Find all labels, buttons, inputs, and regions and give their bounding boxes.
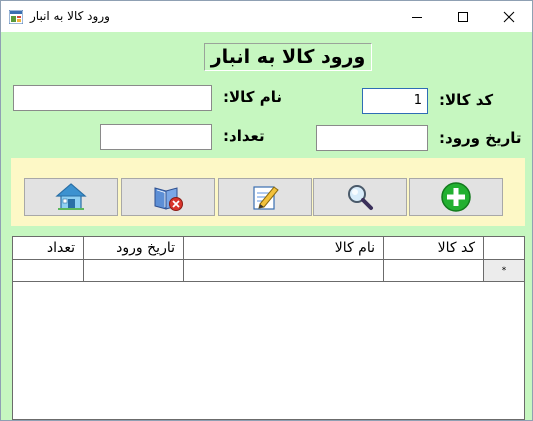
app-icon — [9, 10, 23, 24]
delete-button[interactable] — [121, 178, 215, 216]
magnifier-icon — [348, 185, 373, 210]
items-grid[interactable]: کد کالا نام کالا تاریخ ورود تعداد * — [12, 236, 525, 420]
close-icon — [503, 11, 515, 22]
maximize-button[interactable] — [440, 1, 486, 32]
grid-right-border — [524, 237, 525, 419]
code-label: کد کالا: — [439, 91, 494, 109]
entry-date-label: تاریخ ورود: — [439, 129, 522, 147]
title-bar[interactable]: ورود کالا به انبار — [1, 1, 532, 32]
new-row-cell-quantity[interactable] — [13, 260, 84, 282]
toolbar-panel — [11, 158, 525, 226]
search-button[interactable] — [313, 178, 407, 216]
code-value: 1 — [413, 93, 422, 108]
column-header-code[interactable]: کد کالا — [384, 237, 484, 260]
minimize-icon — [412, 16, 422, 18]
entry-date-input[interactable] — [316, 125, 428, 151]
new-row-marker[interactable]: * — [484, 260, 524, 282]
grid-corner-header — [484, 237, 524, 260]
add-button[interactable] — [409, 178, 503, 216]
form-client-area: ورود کالا به انبار کد کالا: 1 نام کالا: … — [1, 32, 532, 420]
maximize-icon — [458, 11, 468, 22]
new-row-cell-name[interactable] — [184, 260, 384, 282]
plus-circle-icon — [441, 182, 471, 212]
edit-button[interactable] — [218, 178, 312, 216]
minimize-button[interactable] — [394, 1, 440, 32]
close-button[interactable] — [486, 1, 532, 32]
edit-note-icon — [253, 186, 279, 210]
code-input[interactable]: 1 — [362, 88, 428, 114]
quantity-label: تعداد: — [223, 127, 265, 145]
app-window: ورود کالا به انبار ورود کالا به انبار کد… — [0, 0, 533, 421]
quantity-input[interactable] — [100, 124, 212, 150]
new-row-cell-entry-date[interactable] — [84, 260, 184, 282]
name-input[interactable] — [13, 85, 212, 111]
column-header-quantity[interactable]: تعداد — [13, 237, 84, 260]
home-icon — [55, 183, 87, 210]
form-heading: ورود کالا به انبار — [204, 43, 372, 71]
name-label: نام کالا: — [223, 88, 283, 106]
delete-book-icon — [154, 187, 183, 211]
new-row-cell-code[interactable] — [384, 260, 484, 282]
column-header-entry-date[interactable]: تاریخ ورود — [84, 237, 184, 260]
window-title: ورود کالا به انبار — [30, 9, 110, 23]
home-button[interactable] — [24, 178, 118, 216]
column-header-name[interactable]: نام کالا — [184, 237, 384, 260]
